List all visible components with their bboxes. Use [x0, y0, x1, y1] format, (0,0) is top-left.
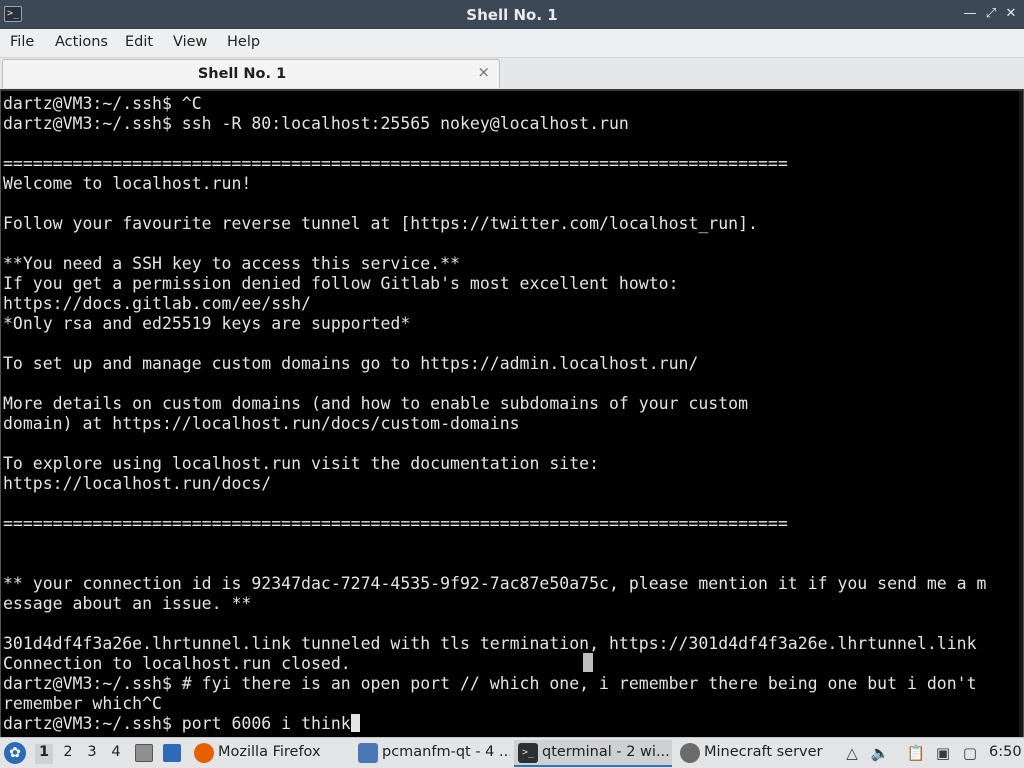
menu-actions[interactable]: Actions [55, 34, 108, 50]
tab-bar: Shell No. 1 × [0, 58, 1024, 89]
task-pcmanfm[interactable]: pcmanfm-qt - 4 ... [354, 740, 510, 767]
close-icon[interactable]: ✕ [1003, 5, 1019, 23]
window-titlebar[interactable]: >_ Shell No. 1 — ⤢ ✕ [0, 0, 1024, 29]
terminal-line: If you get a permission denied follow Gi… [3, 274, 679, 293]
task-label: pcmanfm-qt - 4 ... [382, 744, 510, 760]
network-icon[interactable]: ▣ [933, 743, 953, 763]
terminal-prompt-line: dartz@VM3:~/.ssh$ port 6006 i think [3, 714, 351, 733]
task-minecraft[interactable]: Minecraft server [676, 740, 834, 767]
menu-file[interactable]: File [10, 34, 34, 50]
terminal-line: dartz@VM3:~/.ssh$ # fyi there is an open… [3, 674, 977, 693]
menu-view[interactable]: View [173, 34, 207, 50]
clock[interactable]: 6:50 [989, 744, 1022, 760]
tab-close-icon[interactable]: × [477, 63, 490, 81]
terminal-line: Welcome to localhost.run! [3, 174, 252, 193]
terminal-line: **You need a SSH key to access this serv… [3, 254, 460, 273]
menu-help[interactable]: Help [227, 34, 260, 50]
workspace-1[interactable]: 1 [35, 744, 53, 764]
maximize-icon[interactable]: ⤢ [983, 5, 999, 23]
terminal-line: essage about an issue. ** [3, 594, 252, 613]
mouse-text-cursor [583, 653, 593, 672]
clipboard-icon[interactable]: 📋 [906, 743, 926, 763]
terminal-line: Connection to localhost.run closed. [3, 654, 351, 673]
terminal-line: ========================================… [3, 514, 788, 533]
minimize-icon[interactable]: — [962, 5, 978, 23]
terminal-icon: >_ [518, 743, 538, 763]
menu-edit[interactable]: Edit [125, 34, 153, 50]
file-manager-icon[interactable] [135, 744, 153, 762]
terminal-line: To set up and manage custom domains go t… [3, 354, 699, 373]
task-qterminal[interactable]: >_ qterminal - 2 wi... [514, 740, 672, 767]
terminal-line: Follow your favourite reverse tunnel at … [3, 214, 758, 233]
start-menu-icon[interactable]: ✿ [4, 742, 26, 764]
terminal-line: dartz@VM3:~/.ssh$ ^C [3, 94, 202, 113]
workspace-2[interactable]: 2 [59, 744, 77, 764]
screenshot-icon[interactable]: ▢ [960, 743, 980, 763]
terminal-line: More details on custom domains (and how … [3, 394, 749, 413]
terminal-line: https://localhost.run/docs/ [3, 474, 272, 493]
terminal-scrollbar[interactable] [1019, 91, 1023, 737]
terminal-line: remember which^C [3, 694, 162, 713]
window-title: Shell No. 1 [466, 6, 558, 24]
terminal-line: ** your connection id is 92347dac-7274-4… [3, 574, 987, 593]
terminal-line: ========================================… [3, 154, 788, 173]
tab-label: Shell No. 1 [197, 66, 287, 82]
menubar: File Actions Edit View Help [0, 29, 1024, 58]
firefox-icon [194, 743, 214, 763]
terminal-line: dartz@VM3:~/.ssh$ ssh -R 80:localhost:25… [3, 114, 629, 133]
show-desktop-icon[interactable] [163, 744, 181, 762]
updates-icon[interactable]: △ [842, 743, 862, 763]
terminal-line: https://docs.gitlab.com/ee/ssh/ [3, 294, 311, 313]
minecraft-server-icon [680, 743, 700, 763]
workspace-3[interactable]: 3 [83, 744, 101, 764]
terminal-output[interactable]: dartz@VM3:~/.ssh$ ^C dartz@VM3:~/.ssh$ s… [3, 94, 986, 734]
task-label: Minecraft server [704, 744, 823, 760]
folder-icon [358, 743, 378, 763]
terminal-cursor [350, 714, 360, 732]
task-firefox[interactable]: Mozilla Firefox [190, 740, 350, 767]
task-label: qterminal - 2 wi... [542, 744, 670, 760]
terminal-line: *Only rsa and ed25519 keys are supported… [3, 314, 411, 333]
tab-shell-1[interactable]: Shell No. 1 × [2, 59, 500, 88]
task-label: Mozilla Firefox [218, 744, 321, 760]
terminal-view[interactable]: dartz@VM3:~/.ssh$ ^C dartz@VM3:~/.ssh$ s… [0, 89, 1024, 737]
terminal-line: domain) at https://localhost.run/docs/cu… [3, 414, 520, 433]
taskbar: ✿ 1 2 3 4 Mozilla Firefox pcmanfm-qt - 4… [0, 737, 1024, 768]
terminal-line: To explore using localhost.run visit the… [3, 454, 600, 473]
volume-icon[interactable]: 🔈 [870, 743, 890, 763]
workspace-4[interactable]: 4 [107, 744, 125, 764]
terminal-line: 301d4df4f3a26e.lhrtunnel.link tunneled w… [3, 634, 977, 653]
